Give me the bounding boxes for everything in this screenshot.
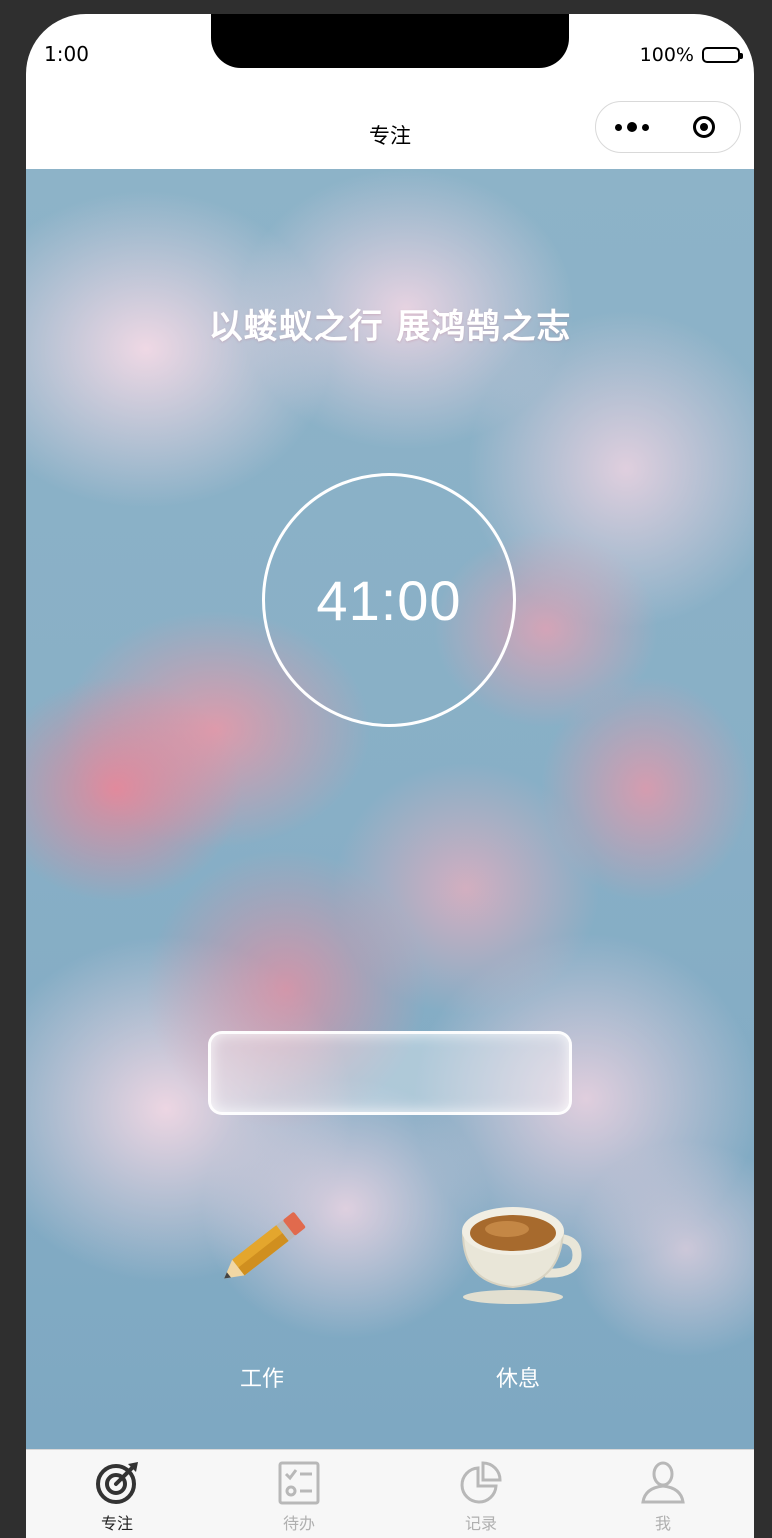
rest-mode-button[interactable]: 休息 bbox=[438, 1189, 598, 1393]
focus-target-icon bbox=[94, 1460, 140, 1506]
tab-todo[interactable]: 待办 bbox=[208, 1450, 390, 1538]
miniprogram-capsule bbox=[595, 101, 741, 153]
more-dot-icon bbox=[642, 123, 649, 131]
navigation-bar: 专注 bbox=[26, 100, 754, 169]
user-icon bbox=[640, 1460, 686, 1506]
rest-mode-label: 休息 bbox=[495, 1367, 540, 1392]
tab-label: 待办 bbox=[282, 1514, 315, 1533]
pie-chart-icon bbox=[458, 1460, 504, 1506]
task-input[interactable] bbox=[208, 1031, 572, 1115]
motto-text: 以蝼蚁之行 展鸿鹄之志 bbox=[208, 307, 572, 347]
coffee-cup-icon bbox=[438, 1189, 598, 1309]
notch bbox=[211, 14, 569, 68]
status-battery: 100% bbox=[639, 44, 743, 66]
timer-display: 41:00 bbox=[316, 568, 462, 632]
battery-icon bbox=[702, 47, 743, 63]
work-mode-label: 工作 bbox=[239, 1367, 284, 1392]
focus-main: 以蝼蚁之行 展鸿鹄之志 41:00 工作 休息 bbox=[26, 169, 754, 1449]
work-mode-button[interactable]: 工作 bbox=[182, 1189, 342, 1393]
close-miniprogram-button[interactable] bbox=[668, 116, 740, 138]
tab-label: 记录 bbox=[464, 1514, 497, 1533]
timer-circle[interactable]: 41:00 bbox=[262, 473, 516, 727]
tab-focus[interactable]: 专注 bbox=[26, 1450, 208, 1538]
tab-records[interactable]: 记录 bbox=[390, 1450, 572, 1538]
status-time: 1:00 bbox=[44, 42, 89, 66]
tab-label: 我 bbox=[654, 1514, 671, 1533]
more-options-button[interactable] bbox=[596, 122, 668, 132]
battery-percentage: 100% bbox=[639, 44, 694, 66]
more-dot-icon bbox=[615, 123, 622, 131]
tab-me[interactable]: 我 bbox=[572, 1450, 754, 1538]
close-circle-icon bbox=[693, 116, 715, 138]
todo-list-icon bbox=[276, 1460, 322, 1506]
more-dot-icon bbox=[627, 122, 637, 132]
tab-bar: 专注 待办 记录 我 bbox=[26, 1449, 754, 1538]
phone-screen: 1:00 100% 专注 以蝼蚁之行 展鸿鹄之志 41:00 工作 休息 专注 … bbox=[26, 14, 754, 1538]
tab-label: 专注 bbox=[100, 1514, 133, 1533]
pencil-icon bbox=[182, 1189, 342, 1309]
